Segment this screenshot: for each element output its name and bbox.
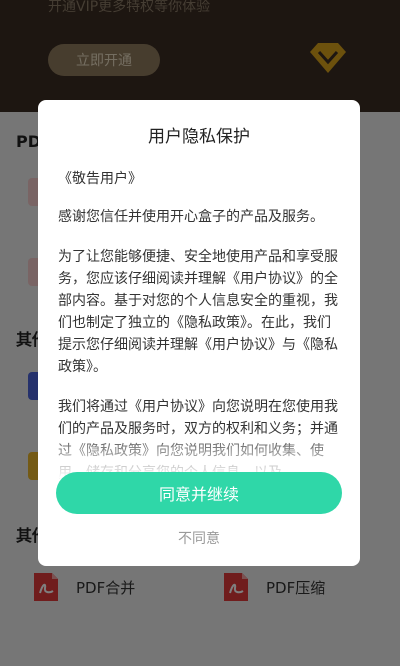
- dialog-greeting: 《敬告用户》: [58, 171, 142, 187]
- privacy-dialog: 用户隐私保护 《敬告用户》 感谢您信任并使用开心盒子的产品及服务。 为了让您能够…: [38, 100, 360, 566]
- dialog-title: 用户隐私保护: [148, 127, 250, 147]
- content-fade: [38, 430, 360, 478]
- agree-button[interactable]: 同意并继续: [56, 472, 342, 514]
- dialog-paragraph: 感谢您信任并使用开心盒子的产品及服务。: [58, 209, 324, 225]
- disagree-link[interactable]: 不同意: [38, 528, 360, 548]
- dialog-paragraph: 为了让您能够便捷、安全地使用产品和享受服务，您应该仔细阅读并理解《用户协议》的全…: [58, 249, 338, 375]
